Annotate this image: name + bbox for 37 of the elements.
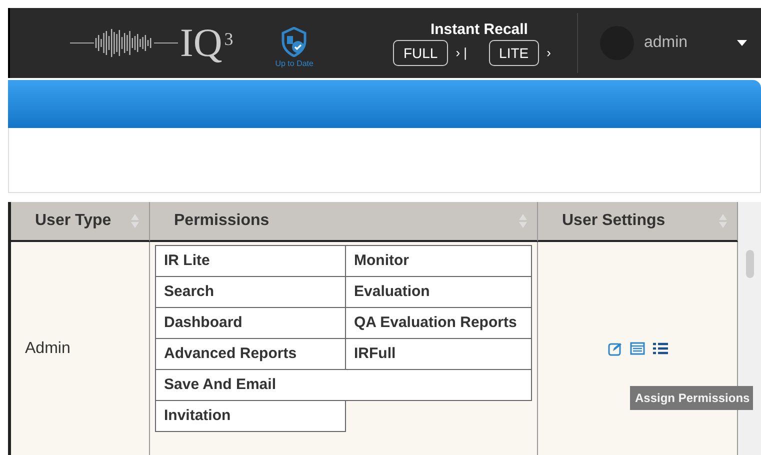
- recall-title: Instant Recall: [430, 20, 528, 38]
- logo-superscript: 3: [224, 29, 234, 50]
- caret-icon[interactable]: [737, 40, 747, 46]
- permission-cell: Invitation: [155, 400, 346, 432]
- permission-cell: Save And Email: [155, 369, 532, 401]
- permission-cell: Search: [155, 276, 346, 308]
- shield-check-icon: [281, 26, 308, 56]
- recall-button[interactable]: FULL: [393, 40, 448, 66]
- tooltip: Assign Permissions: [630, 386, 753, 410]
- list-icon[interactable]: [652, 342, 668, 355]
- column-label: Permissions: [174, 212, 270, 230]
- user-name[interactable]: admin: [644, 34, 688, 52]
- logo-text: IQ: [180, 23, 222, 63]
- permission-cell: Monitor: [345, 245, 532, 277]
- sort-icon[interactable]: [519, 213, 527, 229]
- permission-cell: Dashboard: [155, 307, 346, 339]
- permission-cell: Evaluation: [345, 276, 532, 308]
- chevron-label: ›: [546, 45, 551, 60]
- recall-button[interactable]: LITE: [489, 40, 539, 66]
- list-window-icon[interactable]: [630, 342, 644, 355]
- permission-cell: Advanced Reports: [155, 338, 346, 370]
- column-header[interactable]: Permissions: [150, 202, 538, 242]
- permission-cell: QA Evaluation Reports: [345, 307, 532, 339]
- permission-cell: IR Lite: [155, 245, 346, 277]
- user-type-label: Admin: [25, 340, 70, 358]
- waveform-logo-icon: [70, 28, 178, 58]
- column-label: User Settings: [562, 212, 666, 230]
- column-header[interactable]: User Settings: [538, 202, 738, 242]
- chevron-label: › |: [456, 45, 468, 60]
- column-header[interactable]: User Type: [11, 202, 150, 242]
- scrollbar-thumb[interactable]: [746, 250, 754, 278]
- sort-icon[interactable]: [719, 213, 727, 229]
- permission-cell: IRFull: [345, 338, 532, 370]
- edit-icon[interactable]: [608, 342, 622, 356]
- column-label: User Type: [35, 212, 112, 230]
- status-label: Up to Date: [275, 58, 314, 68]
- sort-icon[interactable]: [131, 213, 139, 229]
